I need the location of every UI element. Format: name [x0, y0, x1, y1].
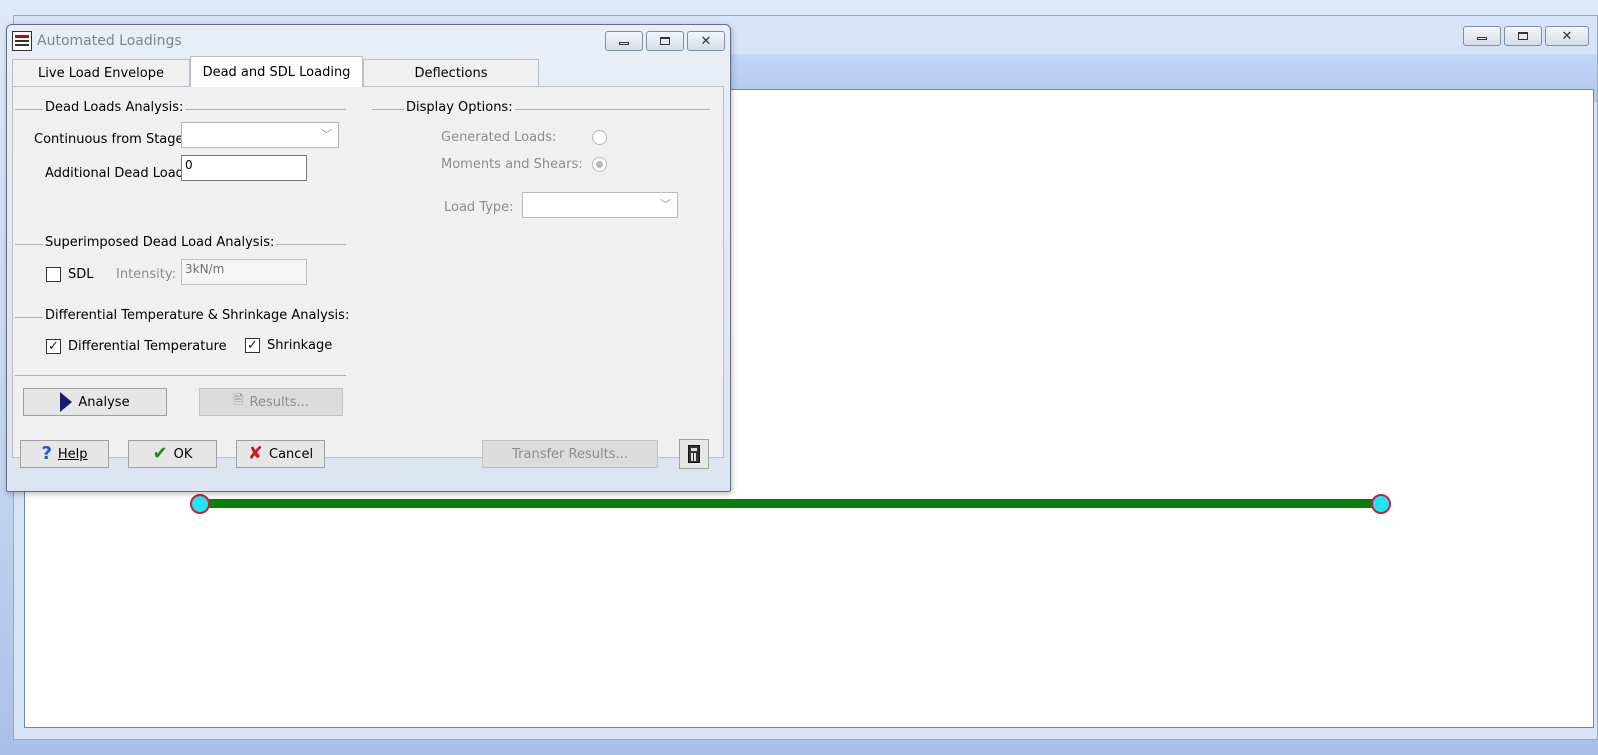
additional-dead-load-label: Additional Dead Load: [45, 166, 189, 181]
bg-close-button[interactable]: ✕ [1545, 26, 1589, 46]
display-options-group-label: Display Options: [404, 100, 515, 115]
intensity-input[interactable]: 3kN/m [181, 259, 307, 285]
additional-dead-load-input[interactable]: 0 [181, 155, 307, 181]
cancel-button-label: Cancel [269, 446, 314, 462]
play-icon [60, 392, 73, 412]
diff-temp-group-label: Differential Temperature & Shrinkage Ana… [43, 308, 352, 323]
continuous-from-stage-label: Continuous from Stage: [34, 132, 188, 147]
results-button-label: Results... [249, 394, 309, 410]
tab-live-load-envelope[interactable]: Live Load Envelope [12, 59, 190, 86]
dialog-maximize-button[interactable] [646, 31, 684, 51]
chevron-down-icon: ﹀ [660, 198, 671, 211]
ok-button[interactable]: ✔ OK [128, 440, 217, 468]
beam-node-end[interactable] [1371, 494, 1391, 514]
calculator-icon [688, 445, 700, 463]
restore-icon [1518, 32, 1528, 40]
generated-loads-radio[interactable] [592, 130, 607, 145]
load-type-label: Load Type: [444, 200, 514, 215]
close-icon: ✕ [1561, 28, 1573, 44]
document-icon: 🗎 [233, 393, 244, 408]
automated-loadings-dialog: Automated Loadings ✕ Live Load Envelope … [6, 24, 731, 492]
app-icon [12, 31, 32, 51]
bg-maximize-button[interactable] [1504, 26, 1542, 46]
close-icon: ✕ [700, 33, 712, 49]
shrinkage-label: Shrinkage [267, 338, 333, 353]
help-button-label: Help [57, 446, 88, 462]
cancel-button[interactable]: ✘ Cancel [236, 440, 325, 468]
beam-node-start[interactable] [190, 494, 210, 514]
analyse-button[interactable]: Analyse [23, 388, 167, 416]
results-button[interactable]: 🗎 Results... [199, 388, 343, 416]
moments-and-shears-label: Moments and Shears: [441, 157, 583, 172]
differential-temperature-checkbox[interactable]: ✓ [46, 339, 61, 354]
shrinkage-checkbox[interactable]: ✓ [245, 338, 260, 353]
continuous-from-stage-select[interactable]: ﹀ [181, 122, 339, 148]
background-window-controls: ✕ [1463, 26, 1589, 46]
help-button[interactable]: ? Help [20, 440, 109, 468]
restore-icon [660, 37, 670, 45]
minimize-icon [1477, 37, 1487, 40]
transfer-results-button-label: Transfer Results... [512, 446, 628, 462]
bg-minimize-button[interactable] [1463, 26, 1501, 46]
tab-dead-and-sdl-loading[interactable]: Dead and SDL Loading [190, 56, 363, 87]
chevron-down-icon: ﹀ [321, 128, 332, 141]
dead-loads-group-label: Dead Loads Analysis: [43, 100, 186, 115]
analyse-button-label: Analyse [78, 394, 130, 410]
intensity-label: Intensity: [116, 267, 177, 282]
ok-button-label: OK [173, 446, 193, 462]
dialog-close-button[interactable]: ✕ [687, 31, 725, 51]
moments-and-shears-radio[interactable] [592, 157, 607, 172]
dialog-minimize-button[interactable] [605, 31, 643, 51]
differential-temperature-label: Differential Temperature [68, 339, 227, 354]
help-icon: ? [41, 443, 52, 464]
sdl-checkbox[interactable] [46, 267, 61, 282]
transfer-results-button[interactable]: Transfer Results... [482, 440, 658, 468]
dialog-title: Automated Loadings [37, 33, 182, 49]
cancel-x-icon: ✘ [247, 443, 264, 464]
beam-member[interactable] [200, 499, 1382, 508]
generated-loads-label: Generated Loads: [441, 130, 557, 145]
tab-deflections[interactable]: Deflections [363, 59, 539, 86]
sdl-group-label: Superimposed Dead Load Analysis: [43, 235, 277, 250]
tab-panel: Dead Loads Analysis: Continuous from Sta… [12, 86, 724, 458]
load-type-select[interactable]: ﹀ [522, 192, 678, 218]
analysis-divider [15, 375, 346, 376]
minimize-icon [619, 42, 629, 45]
dialog-window-controls: ✕ [605, 31, 725, 51]
calculator-button[interactable] [679, 439, 709, 469]
checkmark-icon: ✔ [152, 443, 168, 464]
sdl-label: SDL [68, 267, 94, 282]
